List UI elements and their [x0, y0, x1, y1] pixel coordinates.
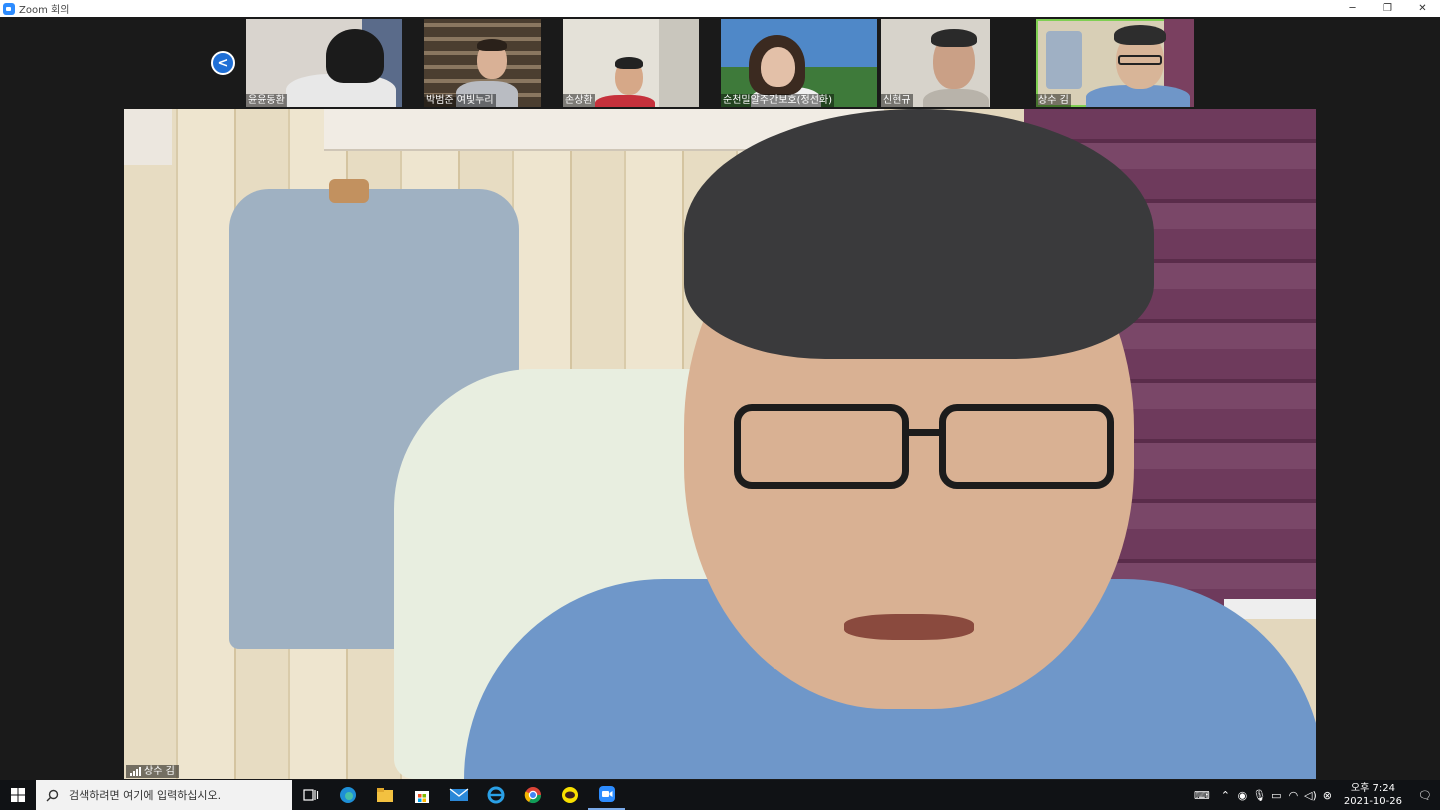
internet-explorer-icon [487, 786, 504, 804]
participant-name: 손상환 [563, 94, 595, 107]
zoom-app-icon [3, 2, 15, 15]
previous-page-button[interactable]: < [211, 51, 235, 75]
minimize-button[interactable]: ─ [1335, 0, 1370, 17]
mail-icon [449, 788, 468, 801]
speaker-mouth [844, 614, 974, 640]
search-placeholder: 검색하려면 여기에 입력하십시오. [69, 789, 222, 802]
keyboard-layout-icon[interactable]: ⌨ [1187, 789, 1217, 802]
kakaotalk-icon [561, 787, 578, 803]
participant-body [595, 95, 655, 107]
participant-name: 윤윤동환 [246, 94, 287, 107]
search-icon [46, 789, 59, 801]
clock-time: 오후 7:24 [1350, 783, 1395, 794]
participant-video-tile[interactable]: 신현규 [881, 19, 990, 107]
speaker-name: 상수 김 [144, 766, 175, 777]
taskbar-app-internet-explorer[interactable] [477, 780, 514, 810]
window-controls: ─ ❐ ✕ [1335, 0, 1440, 17]
active-speaker-video[interactable]: 상수 김 [124, 109, 1316, 779]
participant-name: 신현규 [881, 94, 913, 107]
volume-icon[interactable]: ◁) [1302, 789, 1319, 802]
participant-hair [931, 29, 977, 47]
close-button[interactable]: ✕ [1405, 0, 1440, 17]
window-title: Zoom 회의 [19, 5, 70, 16]
taskbar-app-kakaotalk[interactable] [551, 780, 588, 810]
start-button[interactable] [0, 780, 36, 810]
taskbar-search-box[interactable]: 검색하려면 여기에 입력하십시오. [36, 780, 292, 810]
clock-date: 2021-10-26 [1343, 796, 1402, 807]
participant-video-tile[interactable]: 순천밀알주간보호(정선화) [721, 19, 877, 107]
webcam-icon[interactable]: ◉ [1234, 789, 1251, 802]
taskbar-app-file-explorer[interactable] [366, 780, 403, 810]
zoom-icon [598, 786, 615, 802]
participant-body [923, 89, 989, 107]
windows-logo-icon [11, 788, 25, 802]
participant-name: 박범준 여빛누리 [424, 94, 496, 107]
title-bar[interactable]: Zoom 회의 ─ ❐ ✕ [0, 0, 1440, 17]
taskbar-app-mail[interactable] [440, 780, 477, 810]
glasses-left-lens [734, 404, 909, 489]
microphone-icon[interactable]: 🎙 [1251, 789, 1268, 802]
task-view-button[interactable] [292, 780, 329, 810]
window-background [659, 19, 699, 107]
participant-hair [477, 39, 507, 51]
hanger [329, 179, 369, 203]
taskbar-clock[interactable]: 오후 7:24 2021-10-26 [1336, 782, 1410, 808]
chrome-icon [524, 787, 541, 804]
edge-icon [339, 787, 356, 803]
glasses-right-lens [939, 404, 1114, 489]
store-icon [414, 791, 429, 803]
system-tray: ⌨ ⌃ ◉ 🎙 ▭ ◠ ◁) ⊗ 오후 7:24 2021-10-26 🗨 [1187, 780, 1440, 810]
participant-video-tile-active[interactable]: 상수 김 [1036, 19, 1194, 107]
speaker-hair [684, 109, 1154, 359]
participant-video-tile[interactable]: 박범준 여빛누리 [424, 19, 541, 107]
connection-signal-icon [130, 767, 141, 776]
wall-box [124, 109, 172, 165]
participant-video-tile[interactable]: 손상환 [563, 19, 699, 107]
participant-name: 상수 김 [1036, 94, 1071, 107]
taskbar-app-zoom[interactable] [588, 780, 625, 810]
participant-head [326, 29, 384, 83]
chevron-left-icon: < [217, 55, 229, 71]
folder-icon [376, 788, 393, 802]
windows-taskbar: 검색하려면 여기에 입력하십시오. ⌨ ⌃ ◉ 🎙 ▭ ◠ ◁) ⊗ 오후 7:… [0, 780, 1440, 810]
battery-icon[interactable]: ▭ [1268, 789, 1285, 802]
participant-name: 순천밀알주간보호(정선화) [721, 94, 835, 107]
hanging-shirt [1046, 31, 1082, 89]
wifi-icon[interactable]: ◠ [1285, 789, 1302, 802]
participant-hair [615, 57, 643, 69]
network-error-icon[interactable]: ⊗ [1319, 789, 1336, 802]
notification-icon[interactable]: 🗨 [1410, 789, 1440, 802]
taskbar-app-chrome[interactable] [514, 780, 551, 810]
speaker-name-label: 상수 김 [126, 765, 179, 778]
task-view-icon [302, 789, 318, 801]
gallery-strip: < 윤윤동환 박범준 여빛누리 손상환 순천밀알주간보호(정선화) 신현규 상수… [0, 18, 1440, 108]
zoom-window: Zoom 회의 ─ ❐ ✕ < 윤윤동환 박범준 여빛누리 손상환 순천밀알주간… [0, 0, 1440, 780]
restore-button[interactable]: ❐ [1370, 0, 1405, 17]
glasses-bridge [909, 429, 939, 436]
participant-hair [1114, 25, 1166, 45]
participant-video-tile[interactable]: 윤윤동환 [246, 19, 402, 107]
taskbar-app-edge[interactable] [329, 780, 366, 810]
glasses [1118, 55, 1162, 65]
participant-head [761, 47, 795, 87]
taskbar-app-store[interactable] [403, 780, 440, 810]
chevron-up-icon[interactable]: ⌃ [1217, 789, 1234, 802]
